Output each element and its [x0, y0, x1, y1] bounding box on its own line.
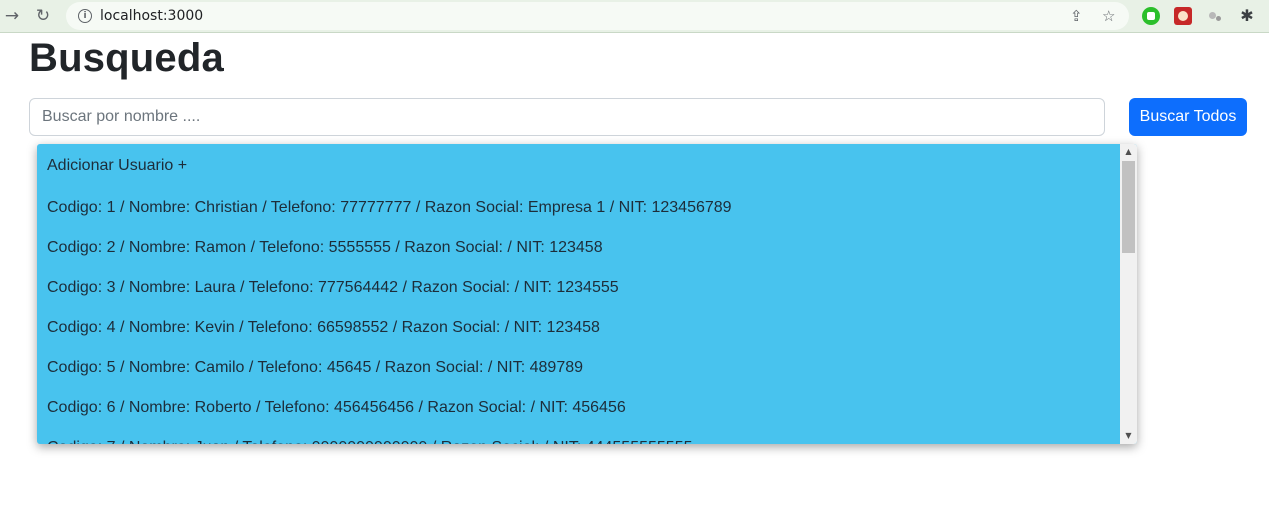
extension-red-icon[interactable] [1174, 7, 1192, 25]
add-user-item[interactable]: Adicionar Usuario + [37, 144, 1120, 186]
extension-green-icon[interactable] [1142, 7, 1160, 25]
star-icon[interactable]: ☆ [1102, 7, 1115, 25]
browser-toolbar: → ↻ i localhost:3000 ⇪ ☆ ✱ [0, 0, 1269, 33]
list-item[interactable]: Codigo: 3 / Nombre: Laura / Telefono: 77… [37, 266, 1120, 306]
list-item[interactable]: Codigo: 7 / Nombre: Juan / Telefono: 999… [37, 426, 1120, 444]
puzzle-icon[interactable]: ✱ [1238, 7, 1256, 25]
list-item[interactable]: Codigo: 6 / Nombre: Roberto / Telefono: … [37, 386, 1120, 426]
page-title: Busqueda [29, 36, 224, 80]
results-list: Adicionar Usuario + Codigo: 1 / Nombre: … [37, 144, 1120, 444]
scrollbar[interactable]: ▲ ▼ [1120, 144, 1137, 444]
list-item[interactable]: Codigo: 1 / Nombre: Christian / Telefono… [37, 186, 1120, 226]
url-text[interactable]: localhost:3000 [100, 8, 203, 24]
scroll-up-arrow-icon[interactable]: ▲ [1120, 144, 1137, 160]
results-dropdown[interactable]: Adicionar Usuario + Codigo: 1 / Nombre: … [37, 144, 1137, 444]
info-icon[interactable]: i [78, 9, 92, 23]
list-item[interactable]: Codigo: 4 / Nombre: Kevin / Telefono: 66… [37, 306, 1120, 346]
scrollbar-thumb[interactable] [1122, 161, 1135, 253]
address-bar[interactable]: i localhost:3000 ⇪ ☆ [66, 2, 1129, 30]
scroll-down-arrow-icon[interactable]: ▼ [1120, 428, 1137, 444]
extension-gray-icon[interactable] [1206, 7, 1224, 25]
forward-icon[interactable]: → [2, 6, 22, 26]
list-item[interactable]: Codigo: 2 / Nombre: Ramon / Telefono: 55… [37, 226, 1120, 266]
share-icon[interactable]: ⇪ [1070, 7, 1083, 25]
search-input[interactable] [29, 98, 1105, 136]
search-all-button[interactable]: Buscar Todos [1129, 98, 1247, 136]
list-item[interactable]: Codigo: 5 / Nombre: Camilo / Telefono: 4… [37, 346, 1120, 386]
reload-icon[interactable]: ↻ [33, 6, 53, 26]
